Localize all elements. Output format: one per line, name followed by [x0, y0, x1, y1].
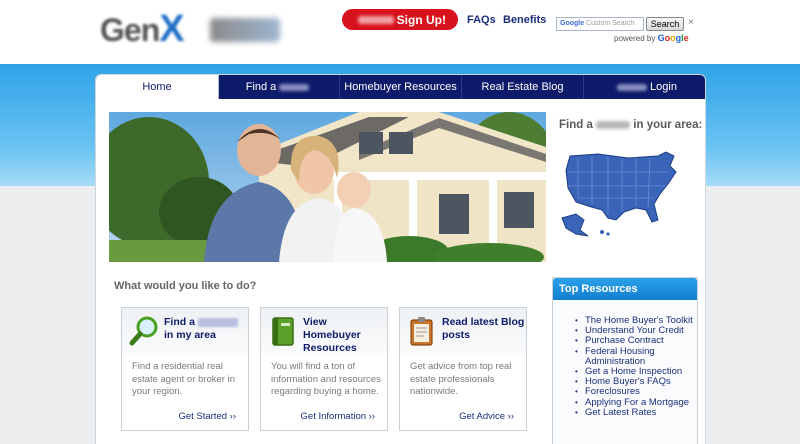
hero-image: [109, 112, 546, 262]
tab-homebuyer-resources[interactable]: Homebuyer Resources: [340, 75, 462, 99]
redacted-text: [617, 83, 648, 91]
card-homebuyer-resources[interactable]: View Homebuyer Resources You will find a…: [260, 307, 388, 431]
notepad-icon: [407, 315, 437, 347]
main-panel: Home Find a Homebuyer Resources Real Est…: [95, 74, 706, 444]
get-advice-link[interactable]: Get Advice ››: [459, 411, 514, 422]
us-map[interactable]: [558, 148, 684, 240]
card-title[interactable]: Read latest Blog posts: [442, 316, 526, 342]
card-title[interactable]: View Homebuyer Resources: [303, 316, 387, 355]
get-information-link[interactable]: Get Information ››: [301, 411, 375, 422]
main-nav: Home Find a Homebuyer Resources Real Est…: [96, 75, 705, 99]
top-resources-title: Top Resources: [553, 278, 697, 300]
tab-real-estate-blog[interactable]: Real Estate Blog: [462, 75, 584, 99]
magnifier-icon: [129, 315, 159, 347]
site-logo[interactable]: GenX: [98, 8, 284, 50]
signup-button[interactable]: Sign Up!: [342, 9, 458, 30]
card-title[interactable]: Find a in my area: [164, 316, 248, 342]
logo-text: GenX: [100, 8, 185, 50]
find-area-title: Find a in your area:: [559, 119, 703, 131]
get-started-link[interactable]: Get Started ››: [178, 411, 236, 422]
close-icon[interactable]: ×: [688, 17, 694, 28]
card-description: You will find a ton of information and r…: [271, 361, 381, 397]
redacted-text: [197, 317, 238, 327]
card-find-agent[interactable]: Find a in my area Find a residential rea…: [121, 307, 249, 431]
search-button[interactable]: Search: [646, 17, 684, 31]
card-description: Find a residential real estate agent or …: [132, 361, 235, 397]
book-icon: [268, 315, 298, 347]
redacted-text: [358, 16, 394, 24]
logo-blurred-part: [210, 18, 280, 42]
tab-login[interactable]: Login: [584, 75, 705, 99]
faqs-link[interactable]: FAQs: [467, 14, 496, 26]
resource-link[interactable]: Federal Housing Administration: [575, 346, 697, 367]
top-resources-box: Top Resources The Home Buyer's Toolkit U…: [552, 277, 698, 444]
redacted-text: [279, 83, 310, 91]
redacted-text: [596, 120, 631, 129]
card-description: Get advice from top real estate professi…: [410, 361, 512, 397]
card-blog-posts[interactable]: Read latest Blog posts Get advice from t…: [399, 307, 527, 431]
resource-link[interactable]: Get Latest Rates: [575, 407, 697, 418]
section-heading: What would you like to do?: [114, 280, 257, 292]
powered-by-google: powered by Google: [614, 33, 689, 43]
tab-home[interactable]: Home: [96, 75, 219, 99]
tab-find-agent[interactable]: Find a: [219, 75, 340, 99]
search-input[interactable]: Google Custom Search: [556, 17, 644, 31]
benefits-link[interactable]: Benefits: [503, 14, 546, 26]
top-resources-list: The Home Buyer's Toolkit Understand Your…: [575, 315, 697, 418]
